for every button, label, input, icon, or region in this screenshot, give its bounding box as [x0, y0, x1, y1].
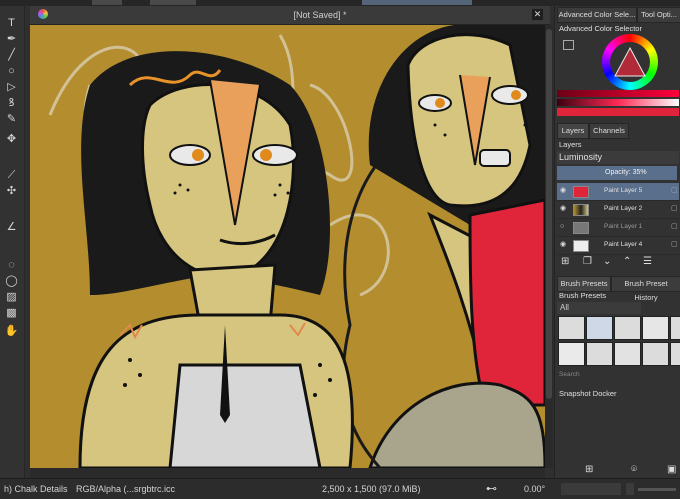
- color-slider-2[interactable]: [557, 99, 679, 106]
- contiguous-select-icon[interactable]: ▨: [3, 290, 20, 305]
- brush-preset[interactable]: [614, 342, 641, 366]
- layer-thumbnail: [573, 204, 589, 216]
- krita-logo-icon: [38, 9, 48, 19]
- move-down-icon[interactable]: ⌄: [603, 256, 611, 267]
- layer-row[interactable]: ◉ Paint Layer 5 ▢: [557, 183, 679, 201]
- brush-preset[interactable]: [558, 342, 585, 366]
- blend-mode-select[interactable]: Luminosity: [557, 151, 679, 164]
- artwork: [30, 25, 545, 468]
- lock-icon[interactable]: ▢: [671, 222, 678, 230]
- layer-name: Paint Layer 4: [604, 241, 643, 248]
- multibrush-icon[interactable]: ✎: [3, 112, 20, 127]
- layer-properties-icon[interactable]: ☰: [643, 256, 652, 267]
- settings-icon[interactable]: [563, 40, 574, 50]
- rotation-value: 0.00°: [524, 484, 546, 494]
- ellipse-icon[interactable]: ○: [3, 64, 20, 79]
- brush-search-input[interactable]: Search: [559, 371, 580, 378]
- brush-preset[interactable]: [586, 342, 613, 366]
- layers-title: Layers: [559, 140, 582, 149]
- lock-icon[interactable]: ▢: [671, 186, 678, 194]
- lock-icon[interactable]: ▢: [671, 204, 678, 212]
- close-document-icon[interactable]: ✕: [532, 9, 543, 20]
- visibility-eye-icon[interactable]: ◉: [560, 241, 567, 248]
- brush-preset[interactable]: [670, 316, 680, 340]
- layer-row[interactable]: ○ Paint Layer 1 ▢: [557, 219, 679, 237]
- snapshot-docker-title: Snapshot Docker: [559, 389, 617, 398]
- zoom-field[interactable]: [561, 483, 621, 495]
- zoom-dropdown[interactable]: [626, 483, 634, 495]
- brush-filter-select[interactable]: All: [557, 302, 641, 314]
- add-snapshot-icon[interactable]: ⊞: [585, 464, 593, 475]
- document-title: [Not Saved]: [293, 10, 341, 20]
- line-icon[interactable]: ╱: [3, 48, 20, 63]
- calligraphy-icon[interactable]: ✒: [3, 32, 20, 47]
- layer-thumbnail: [573, 240, 589, 252]
- layer-row[interactable]: ◉ Paint Layer 2 ▢: [557, 201, 679, 219]
- tab-channels[interactable]: Channels: [589, 123, 629, 139]
- brush-presets-title: Brush Presets: [559, 291, 607, 300]
- layer-list: ◉ Paint Layer 5 ▢ ◉ Paint Layer 2 ▢ ○ Pa…: [557, 183, 679, 255]
- zoom-slider[interactable]: [638, 488, 676, 491]
- brush-preset[interactable]: [642, 316, 669, 340]
- image-dimensions: 2,500 x 1,500 (97.0 MiB): [322, 484, 421, 494]
- tab-advanced-color-selector[interactable]: Advanced Color Sele...: [557, 7, 637, 23]
- similar-select-icon[interactable]: ▩: [3, 306, 20, 321]
- color-history-bar[interactable]: [557, 108, 679, 116]
- bezier-icon[interactable]: ꝸ: [3, 96, 20, 111]
- toolbar-segment: [150, 0, 196, 5]
- brush-preset[interactable]: [558, 316, 585, 340]
- tab-layers[interactable]: Layers: [557, 123, 589, 139]
- tab-brush-presets[interactable]: Brush Presets: [557, 276, 611, 292]
- color-slider-1[interactable]: [557, 90, 679, 97]
- measure-icon[interactable]: ∠: [3, 220, 20, 235]
- rotation-icon[interactable]: ⊷: [486, 482, 497, 495]
- tab-tool-options[interactable]: Tool Opti...: [637, 7, 680, 23]
- toolbar-segment: [92, 0, 122, 5]
- text-tool-icon[interactable]: T: [3, 16, 20, 31]
- modified-marker: *: [343, 10, 347, 20]
- brush-preset[interactable]: [614, 316, 641, 340]
- camera-icon[interactable]: ⌾: [631, 464, 637, 475]
- color-space: RGB/Alpha (...srgbtrc.icc: [76, 484, 176, 494]
- tab-brush-preset-history[interactable]: Brush Preset History: [611, 276, 680, 302]
- lock-icon[interactable]: ▢: [671, 240, 678, 248]
- layer-actions-bar: ⊞ ❐ ⌄ ⌃ ☰: [557, 256, 679, 270]
- color-selector-title: Advanced Color Selector: [559, 24, 642, 33]
- toolbox: T ✒ ╱ ○ ▷ ꝸ ✎ ✥ ⟋ ✣ ∠ ◌ ◯ ▨ ▩ ✋: [0, 6, 25, 478]
- brush-preset[interactable]: [670, 342, 680, 366]
- layer-thumbnail: [573, 222, 589, 234]
- move-icon[interactable]: ✥: [3, 132, 20, 147]
- ellipse-select-icon[interactable]: ◌: [3, 258, 20, 273]
- layer-name: Paint Layer 1: [604, 223, 643, 230]
- document-title-bar: [Not Saved] *: [30, 6, 550, 25]
- layer-thumbnail: [573, 186, 589, 198]
- freehand-select-icon[interactable]: ◯: [3, 274, 20, 289]
- vertical-scrollbar[interactable]: [545, 25, 553, 468]
- assistant-icon[interactable]: ✣: [3, 184, 20, 199]
- docker-panel: Advanced Color Sele... Tool Opti... Adva…: [554, 6, 680, 478]
- visibility-eye-icon[interactable]: ◉: [560, 205, 567, 212]
- scroll-thumb[interactable]: [546, 29, 552, 399]
- hidden-eye-icon[interactable]: ○: [560, 223, 567, 230]
- visibility-eye-icon[interactable]: ◉: [560, 187, 567, 194]
- delete-snapshot-icon[interactable]: ▣: [667, 464, 676, 475]
- toolbar-segment: [362, 0, 472, 5]
- brush-preset[interactable]: [586, 316, 613, 340]
- horizontal-scrollbar[interactable]: [30, 468, 545, 478]
- add-layer-icon[interactable]: ⊞: [561, 256, 569, 267]
- duplicate-layer-icon[interactable]: ❐: [583, 256, 592, 267]
- brush-preset[interactable]: [642, 342, 669, 366]
- canvas[interactable]: [30, 25, 545, 468]
- move-up-icon[interactable]: ⌃: [623, 256, 631, 267]
- eyedropper-icon[interactable]: ⟋: [3, 168, 20, 183]
- status-bar: h) Chalk Details RGB/Alpha (...srgbtrc.i…: [0, 478, 680, 499]
- layer-row[interactable]: ◉ Paint Layer 4 ▢: [557, 237, 679, 255]
- brush-name: h) Chalk Details: [4, 484, 68, 494]
- layer-name: Paint Layer 5: [604, 187, 643, 194]
- pan-icon[interactable]: ✋: [3, 324, 20, 339]
- layer-name: Paint Layer 2: [604, 205, 643, 212]
- color-triangle[interactable]: [613, 46, 647, 78]
- opacity-slider[interactable]: Opacity: 35%: [557, 166, 677, 180]
- polygon-icon[interactable]: ▷: [3, 80, 20, 95]
